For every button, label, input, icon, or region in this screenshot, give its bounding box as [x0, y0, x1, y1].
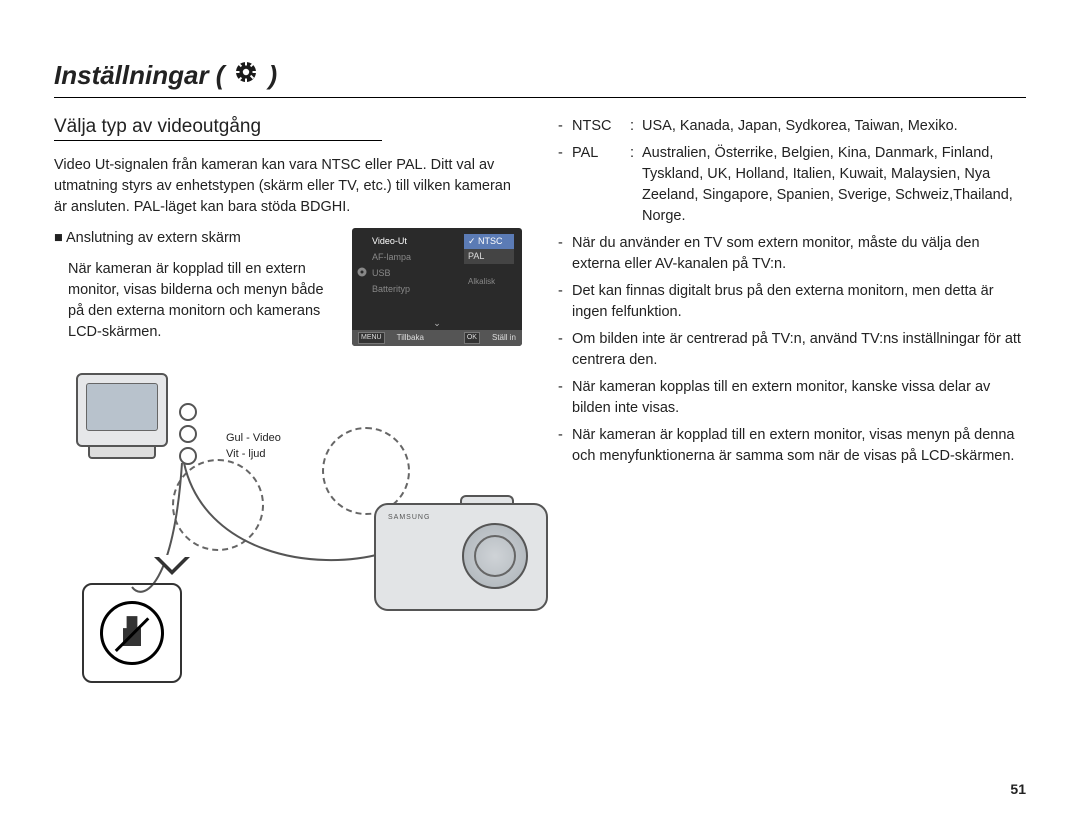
connection-diagram: Gul - Video Vit - ljud SAMSUNG [54, 373, 534, 693]
menu-option: PAL [464, 249, 514, 264]
page-title: Inställningar ( ) [54, 60, 1026, 91]
menu-item-list: Video-Ut AF-lampa USB Batterityp [372, 234, 411, 298]
notes-list: -När du använder en TV som extern monito… [558, 233, 1026, 467]
left-column: Välja typ av videoutgång Video Ut-signal… [54, 116, 522, 693]
manual-page: Inställningar ( ) Välja typ av videoutgå… [0, 0, 1080, 815]
page-number: 51 [1010, 781, 1026, 797]
list-item: -När du använder en TV som extern monito… [558, 233, 1026, 275]
gear-icon [234, 60, 258, 91]
format-label-ntsc: NTSC [572, 116, 630, 137]
menu-key-ok: OK [464, 332, 480, 344]
format-countries: USA, Kanada, Japan, Sydkorea, Taiwan, Me… [642, 116, 1026, 137]
camera-lcd-menu: Video-Ut AF-lampa USB Batterityp ✓ NTSC … [352, 228, 522, 346]
list-item: -När kameran kopplas till en extern moni… [558, 377, 1026, 419]
menu-key-back: MENU [358, 332, 385, 344]
list-item: -När kameran är kopplad till en extern m… [558, 425, 1026, 467]
format-list: - NTSC : USA, Kanada, Japan, Sydkorea, T… [558, 116, 1026, 227]
menu-option-list: ✓ NTSC PAL Alkalisk [464, 234, 514, 288]
title-rule [54, 97, 1026, 98]
subheading: Välja typ av videoutgång [54, 116, 382, 141]
menu-option-selected: ✓ NTSC [464, 234, 514, 249]
format-countries: Australien, Österrike, Belgien, Kina, Da… [642, 143, 1026, 227]
right-column: - NTSC : USA, Kanada, Japan, Sydkorea, T… [558, 116, 1026, 693]
list-item: - NTSC : USA, Kanada, Japan, Sydkorea, T… [558, 116, 1026, 137]
do-not-unplug-icon [82, 583, 182, 683]
menu-item: Batterityp [372, 282, 411, 296]
gear-icon-small [356, 266, 368, 282]
title-suffix: ) [268, 60, 277, 91]
list-item: - PAL : Australien, Österrike, Belgien, … [558, 143, 1026, 227]
list-item: -Det kan finnas digitalt brus på den ext… [558, 281, 1026, 323]
camera-brand: SAMSUNG [388, 513, 430, 523]
menu-item: Video-Ut [372, 234, 411, 248]
camera-icon: SAMSUNG [374, 503, 544, 611]
format-label-pal: PAL [572, 143, 630, 227]
intro-paragraph: Video Ut-signalen från kameran kan vara … [54, 155, 522, 218]
external-heading: ■ Anslutning av extern skärm [54, 228, 340, 249]
menu-footer-set: Ställ in [492, 332, 516, 344]
menu-arrows: ⌄ [352, 317, 522, 330]
menu-footer-back: Tillbaka [397, 332, 424, 344]
menu-option-dim: Alkalisk [464, 276, 514, 288]
menu-item: USB [372, 266, 411, 280]
list-item: -Om bilden inte är centrerad på TV:n, an… [558, 329, 1026, 371]
external-body: När kameran är kopplad till en extern mo… [54, 259, 340, 343]
menu-footer: MENU Tillbaka OK Ställ in [352, 330, 522, 346]
menu-item: AF-lampa [372, 250, 411, 264]
title-prefix: Inställningar ( [54, 60, 224, 91]
